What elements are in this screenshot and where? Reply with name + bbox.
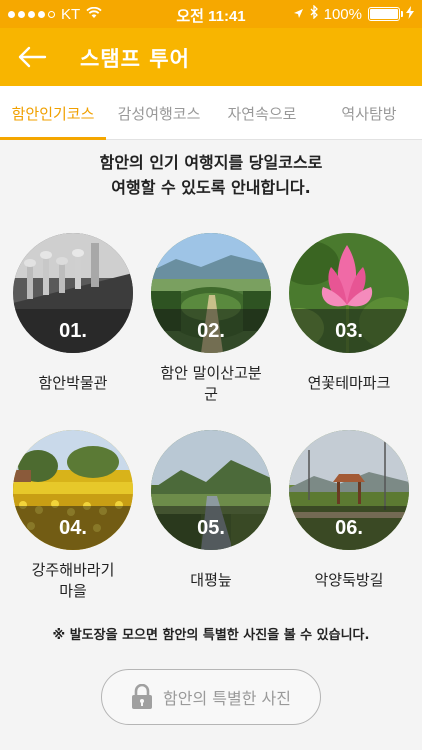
spot-photo: 05. [151, 430, 271, 550]
charging-bolt-icon [406, 5, 414, 23]
spot-photo: 04. [13, 430, 133, 550]
special-photo-button[interactable]: 함안의 특별한 사진 [101, 669, 321, 725]
app-header: 스탬프 투어 [0, 28, 422, 86]
tab-popular-course[interactable]: 함안인기코스 [0, 86, 106, 140]
spot-number: 06. [335, 517, 363, 539]
status-bar: KT 오전 11:41 100% [0, 0, 422, 28]
spot-name: 연꽃테마파크 [307, 374, 391, 392]
spot-name: 함안 말이산고분 군 [160, 364, 262, 403]
spot-number: 03. [335, 320, 363, 342]
spot-photo: 03. [289, 233, 409, 353]
spot-name: 대평늪 [190, 571, 232, 589]
spot-photo: 01. [13, 233, 133, 353]
spot-name: 강주해바라기 마을 [31, 561, 115, 600]
bluetooth-icon [310, 4, 318, 23]
spot-number: 01. [59, 320, 87, 342]
spot-photo: 06. [289, 430, 409, 550]
spot-sunflower-village[interactable]: 04. 강주해바라기 마을 [13, 430, 133, 600]
spot-number: 02. [197, 320, 225, 342]
active-tab-indicator [0, 137, 106, 140]
battery-percent: 100% [323, 5, 362, 23]
back-button[interactable] [12, 38, 52, 76]
tab-history-course[interactable]: 역사탐방 [316, 86, 422, 140]
intro-line-1: 함안의 인기 여행지를 당일코스로 [99, 153, 323, 172]
page-title: 스탬프 투어 [80, 47, 190, 71]
stamp-notice: ※ 발도장을 모으면 함안의 특별한 사진을 볼 수 있습니다. [52, 628, 370, 643]
status-right: 100% [293, 4, 414, 23]
spot-lotus-park[interactable]: 03. 연꽃테마파크 [289, 233, 409, 392]
battery-icon [368, 7, 403, 21]
spot-name: 함안박물관 [38, 374, 108, 392]
lock-icon [132, 684, 153, 709]
tab-emotional-course[interactable]: 감성여행코스 [106, 86, 212, 140]
spot-malisan-tombs[interactable]: 02. 함안 말이산고분 군 [151, 233, 271, 403]
spot-daepyeong-wetland[interactable]: 05. 대평늪 [151, 430, 271, 589]
tab-nature-course[interactable]: 자연속으로 [212, 86, 312, 140]
course-intro: 함안의 인기 여행지를 당일코스로 여행할 수 있도록 안내합니다. [0, 150, 422, 200]
special-photo-label: 함안의 특별한 사진 [163, 689, 291, 708]
spot-photo: 02. [151, 233, 271, 353]
spot-number: 04. [59, 517, 87, 539]
spot-name: 악양둑방길 [314, 571, 384, 589]
intro-line-2: 여행할 수 있도록 안내합니다. [111, 178, 311, 197]
back-arrow-icon [18, 46, 47, 68]
location-arrow-icon [293, 6, 304, 23]
spot-akyang-embankment[interactable]: 06. 악양둑방길 [289, 430, 409, 589]
course-tabs: 함안인기코스 감성여행코스 자연속으로 역사탐방 [0, 86, 422, 140]
spot-museum[interactable]: 01. 함안박물관 [13, 233, 133, 392]
spot-number: 05. [197, 517, 225, 539]
